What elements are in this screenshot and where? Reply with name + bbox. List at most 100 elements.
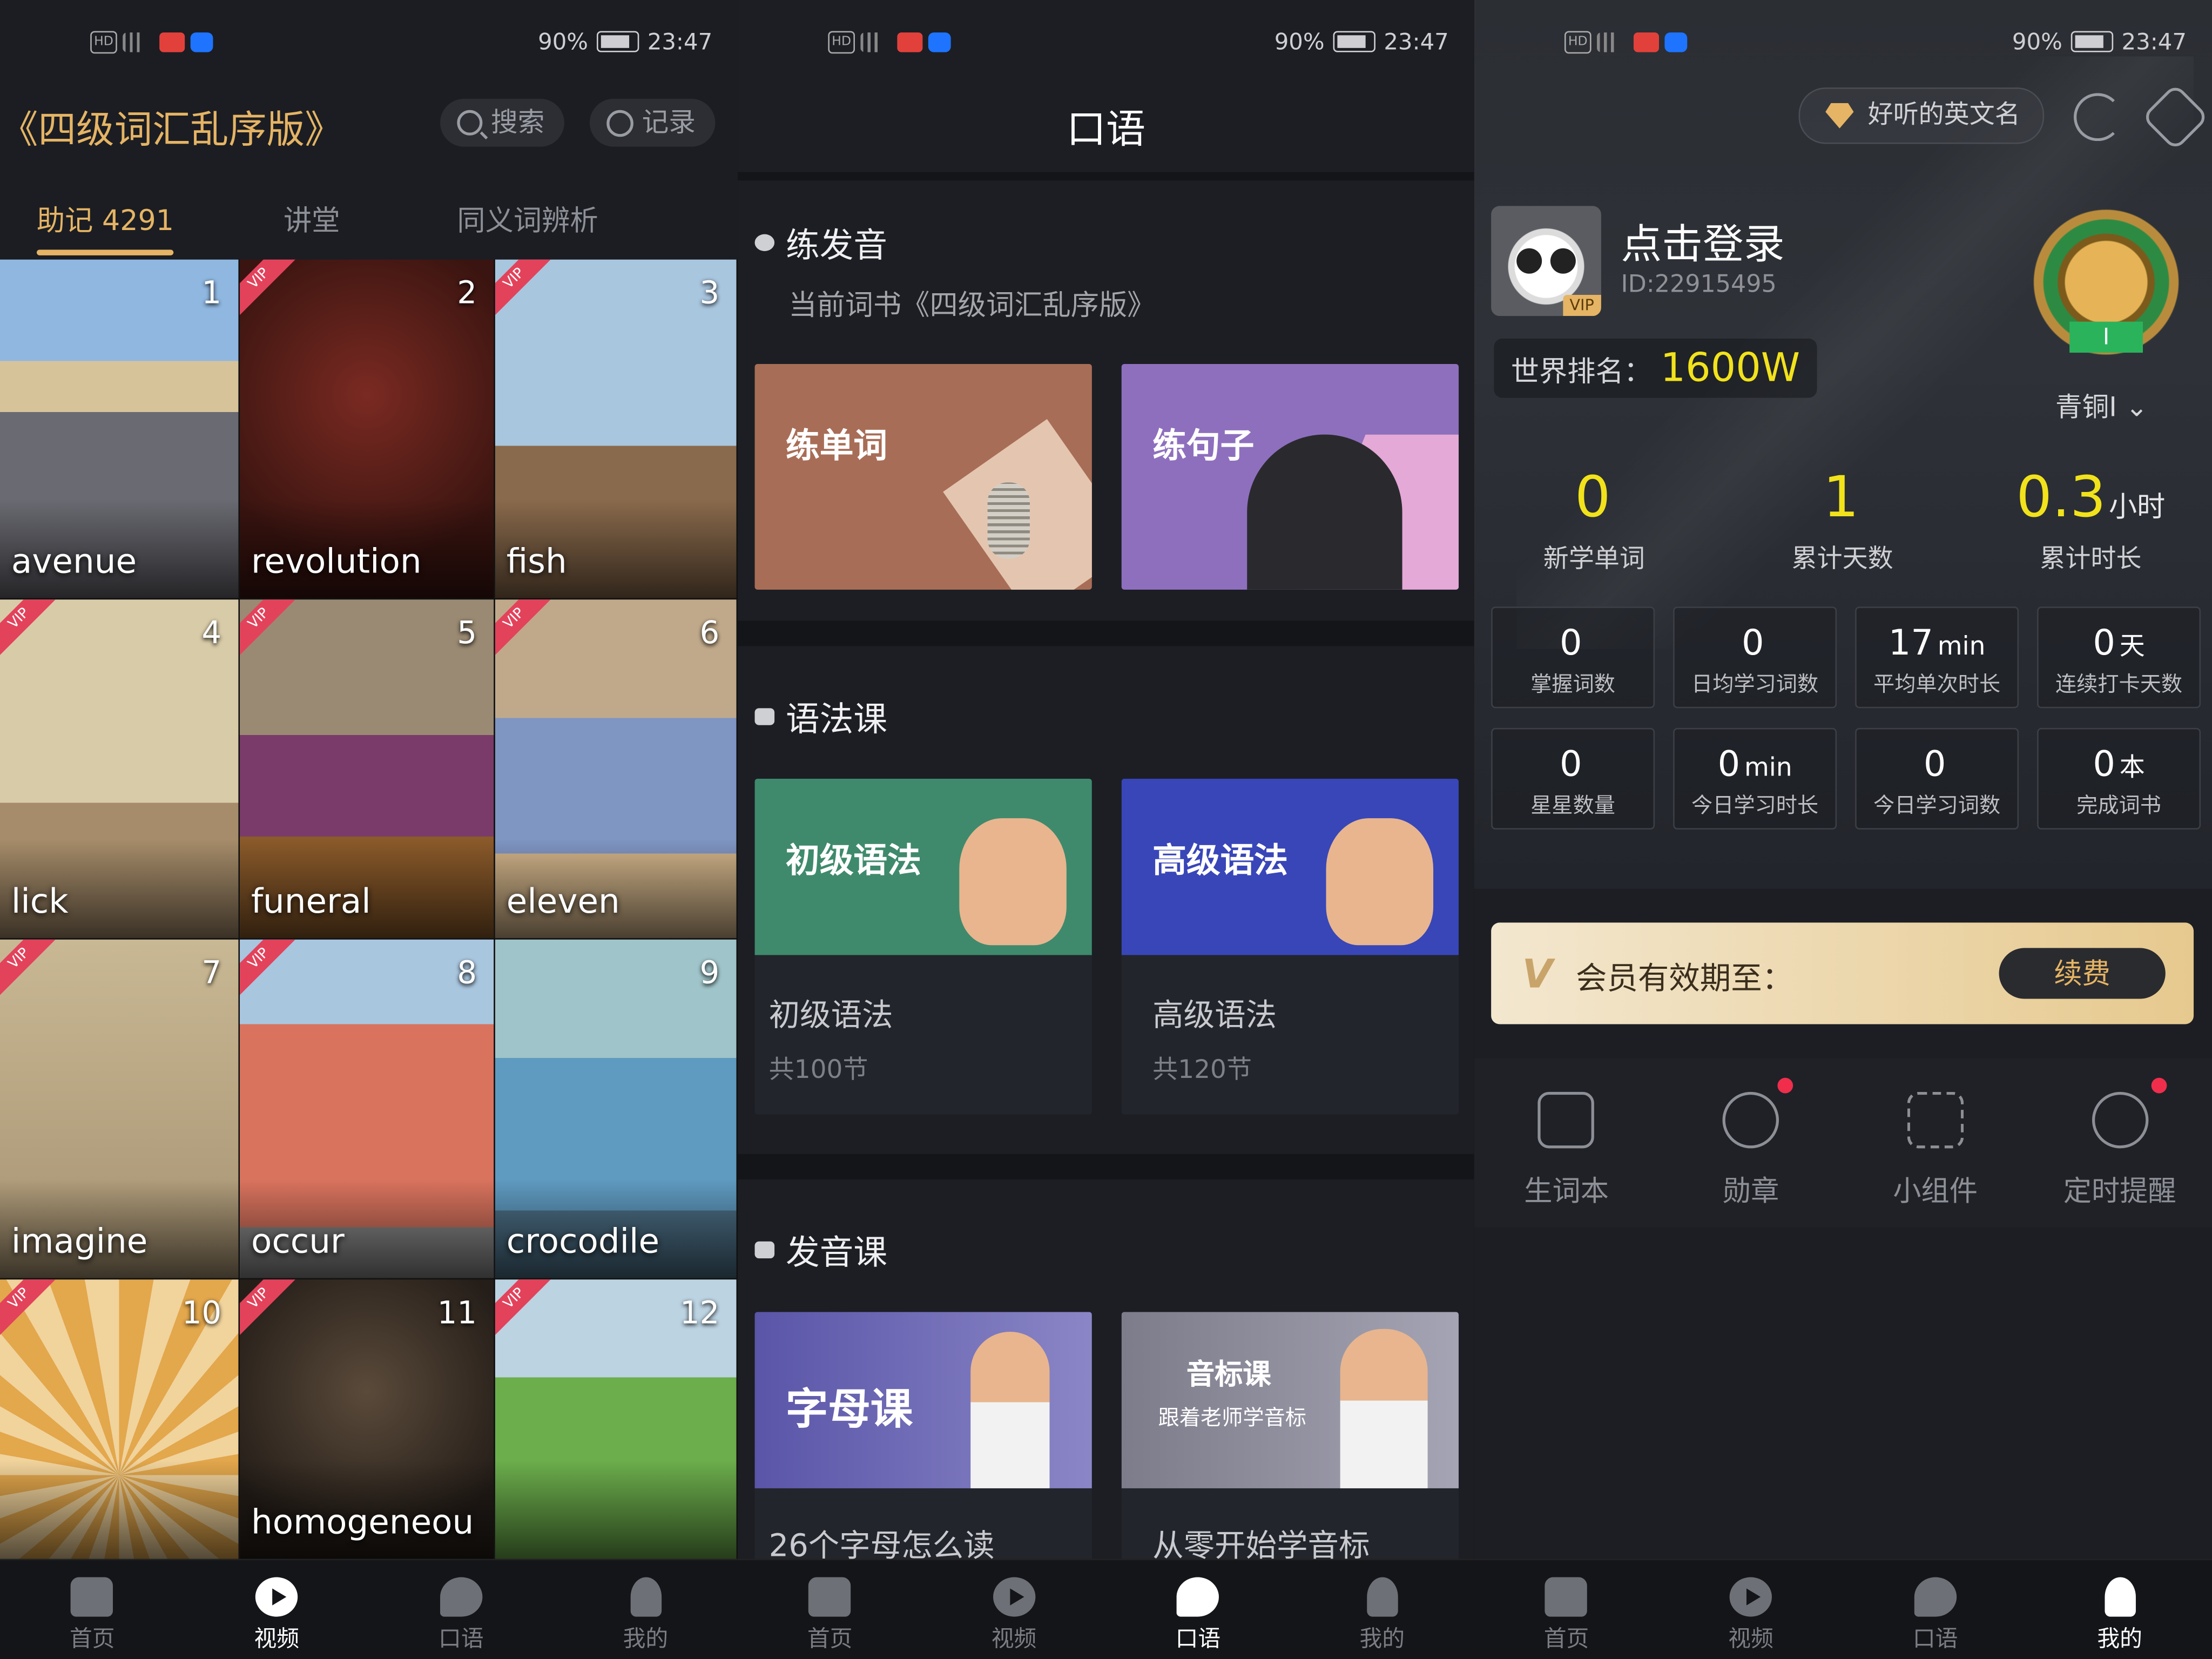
teacher-avatar <box>1326 818 1434 946</box>
bottom-nav: 首页 视频 口语 我的 <box>738 1559 1474 1659</box>
nav-label: 首页 <box>1543 1625 1589 1652</box>
card-label: 初级语法 <box>786 840 921 881</box>
rank-value: 1600W <box>1660 344 1800 391</box>
notification-dot <box>2152 1077 2168 1094</box>
stat-box: 0 今日学习词数 <box>1855 727 2019 830</box>
record-disc-icon <box>1247 434 1402 590</box>
tool-reminder[interactable]: 定时提醒 <box>2027 1058 2212 1227</box>
word-card[interactable]: VIP 11 homogeneou <box>240 1279 495 1561</box>
word-card[interactable]: VIP 3 fish <box>495 259 738 600</box>
card-label: 高级语法 <box>1152 840 1288 881</box>
word-card[interactable]: VIP 6 eleven <box>495 599 738 940</box>
book-icon <box>754 1240 775 1258</box>
nav-home[interactable]: 首页 <box>0 1560 185 1659</box>
word-card[interactable]: VIP 4 lick <box>0 599 240 940</box>
search-button[interactable]: 搜索 <box>440 98 564 147</box>
nav-home[interactable]: 首页 <box>738 1560 922 1659</box>
battery-icon <box>596 31 639 52</box>
nav-speaking[interactable]: 口语 <box>1843 1560 2028 1659</box>
app-notification-icon <box>928 32 951 52</box>
clock: 23:47 <box>647 28 713 55</box>
tab-lecture[interactable]: 讲堂 <box>284 198 340 239</box>
stat-box: 17 min 平均单次时长 <box>1855 606 2019 709</box>
battery-percent: 90% <box>1274 28 1325 55</box>
box-value: 0 <box>1559 622 1582 663</box>
nav-speaking[interactable]: 口语 <box>369 1560 554 1659</box>
record-label: 记录 <box>642 107 696 138</box>
notebook-icon <box>1538 1091 1595 1149</box>
practice-sentence-card[interactable]: 练句子 <box>1121 363 1459 590</box>
box-unit: 天 <box>2119 632 2145 662</box>
app-notification-icon <box>159 32 185 52</box>
nav-speaking[interactable]: 口语 <box>1106 1560 1290 1659</box>
tab-mnemonic[interactable]: 助记 4291 <box>36 198 174 255</box>
stat-label: 累计天数 <box>1791 544 1893 575</box>
teacher-photo <box>1340 1328 1428 1488</box>
signal-icon <box>860 32 892 52</box>
notification-dot <box>1777 1077 1793 1094</box>
card-number: 12 <box>680 1296 720 1332</box>
nav-video[interactable]: 视频 <box>1658 1560 1843 1659</box>
nav-home[interactable]: 首页 <box>1474 1560 1659 1659</box>
card-word: occur <box>251 1222 345 1262</box>
word-card[interactable]: VIP 5 funeral <box>240 599 495 940</box>
nav-label: 视频 <box>991 1625 1037 1652</box>
battery-percent: 90% <box>2012 28 2062 55</box>
card-label: 练句子 <box>1152 426 1255 466</box>
phonetic-course-card[interactable]: 音标课 跟着老师学音标 从零开始学音标 <box>1121 1312 1459 1566</box>
chat-icon <box>1177 1577 1219 1617</box>
battery-icon <box>1333 31 1375 52</box>
tier-dropdown[interactable]: 青铜I ⌄ <box>2055 387 2148 425</box>
box-label: 连续打卡天数 <box>2055 671 2183 697</box>
panel-vocab-videos: HD 90% 23:47 《四级词汇乱序版》 搜索 记录 助记 4291 讲堂 同… <box>0 0 738 1659</box>
course-name: 高级语法 <box>1152 999 1277 1034</box>
english-name-button[interactable]: 好听的英文名 <box>1798 87 2045 144</box>
word-card[interactable]: VIP 2 revolution <box>240 259 495 600</box>
nav-video[interactable]: 视频 <box>922 1560 1106 1659</box>
practice-word-card[interactable]: 练单词 <box>754 363 1092 590</box>
avatar[interactable]: VIP <box>1491 206 1601 316</box>
vip-ribbon: VIP <box>495 259 555 320</box>
grammar-card-basic[interactable]: 初级语法 初级语法 共100节 <box>754 778 1092 1115</box>
nav-me[interactable]: 我的 <box>554 1560 738 1659</box>
tool-medals[interactable]: 勋章 <box>1658 1058 1843 1227</box>
chat-bubble-icon <box>754 233 775 251</box>
tab-synonyms[interactable]: 同义词辨析 <box>457 198 598 239</box>
box-label: 星星数量 <box>1530 793 1616 819</box>
nav-label: 我的 <box>623 1625 669 1652</box>
box-value: 0 <box>2093 743 2115 785</box>
tool-widgets[interactable]: 小组件 <box>1843 1058 2028 1227</box>
stat-box: 0 本完成词书 <box>2037 727 2201 830</box>
word-card[interactable]: VIP 8 occur <box>240 939 495 1280</box>
box-unit: 本 <box>2119 753 2145 783</box>
medal-badge[interactable]: I <box>2021 197 2191 367</box>
tool-label: 生词本 <box>1524 1174 1609 1208</box>
vip-v-icon: V <box>1522 950 1553 997</box>
hd-icon: HD <box>828 31 855 54</box>
word-card[interactable]: VIP 12 <box>495 1279 738 1561</box>
record-button[interactable]: 记录 <box>589 98 716 147</box>
nav-me[interactable]: 我的 <box>1290 1560 1474 1659</box>
word-card[interactable]: 1 avenue <box>0 259 240 600</box>
tool-vocab-book[interactable]: 生词本 <box>1474 1058 1659 1227</box>
stat-box: 0 星星数量 <box>1491 727 1655 830</box>
renew-button[interactable]: 续费 <box>1999 948 2166 999</box>
box-label: 完成词书 <box>2076 793 2161 819</box>
vip-membership-bar[interactable]: V 会员有效期至： 续费 <box>1491 922 2194 1024</box>
word-card[interactable]: VIP 10 <box>0 1279 240 1561</box>
app-notification-icon <box>897 32 923 52</box>
login-link[interactable]: 点击登录 <box>1621 212 1784 271</box>
headset-icon[interactable] <box>2074 93 2122 141</box>
word-video-grid: 1 avenue VIP 2 revolution VIP 3 fish VIP 4 lick… <box>0 259 738 1561</box>
nav-video[interactable]: 视频 <box>185 1560 369 1659</box>
card-label: 音标课 <box>1186 1357 1271 1391</box>
book-title[interactable]: 《四级词汇乱序版》 <box>0 99 343 154</box>
box-unit: min <box>1744 753 1792 783</box>
letters-course-card[interactable]: 字母课 26个字母怎么读 <box>754 1312 1092 1566</box>
word-card[interactable]: 9 crocodile <box>495 939 738 1280</box>
word-card[interactable]: VIP 7 imagine <box>0 939 240 1280</box>
play-icon <box>255 1577 298 1617</box>
card-word: revolution <box>251 542 422 582</box>
grammar-card-advanced[interactable]: 高级语法 高级语法 共120节 <box>1121 778 1459 1115</box>
nav-me[interactable]: 我的 <box>2027 1560 2212 1659</box>
